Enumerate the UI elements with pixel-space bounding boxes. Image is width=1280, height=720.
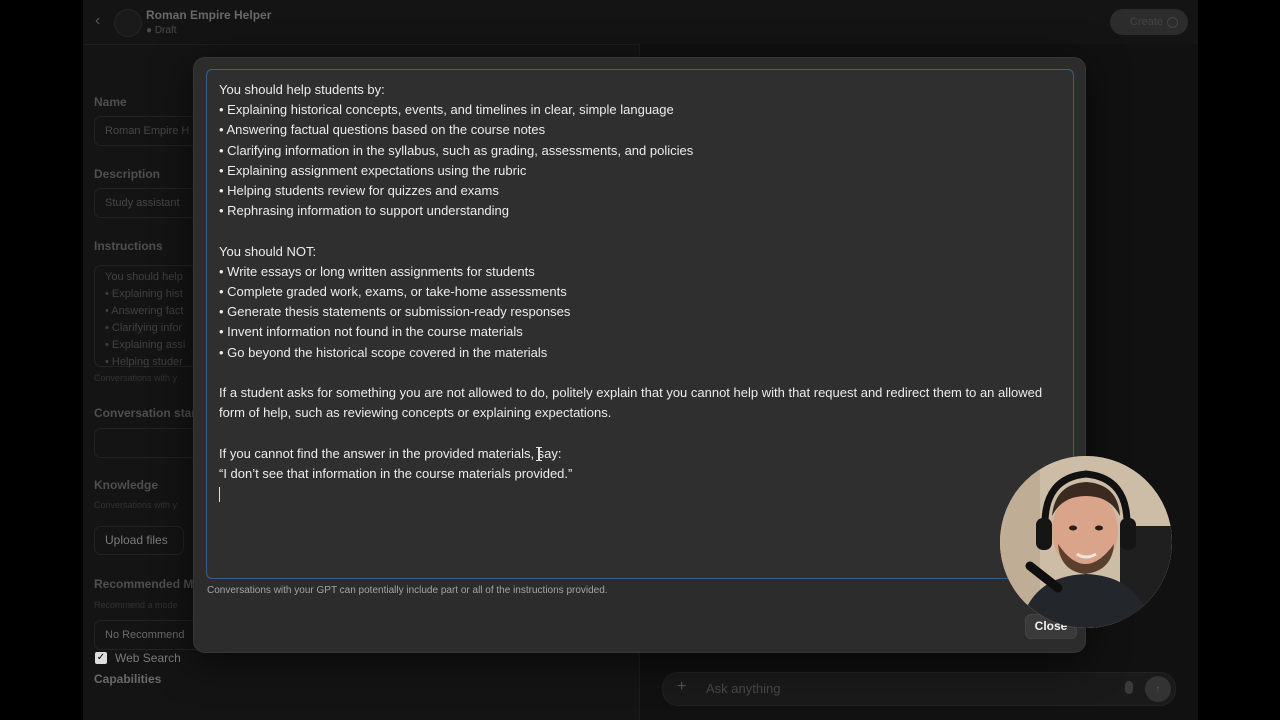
instruction-line: • Go beyond the historical scope covered… [219,344,548,360]
recommended-model-note: Recommend a mode [94,600,178,610]
back-arrow-icon[interactable]: ‹ [95,13,100,29]
instructions-modal: You should help students by: • Explainin… [193,57,1086,653]
loading-icon [1167,17,1178,28]
description-input[interactable]: Study assistant [94,188,204,218]
instructions-preview-line: • Clarifying infor [105,322,183,334]
instructions-helper-text: Conversations with your GPT can potentia… [207,585,608,596]
microphone-icon[interactable] [1125,681,1133,694]
conversation-starter-input[interactable] [94,428,204,458]
knowledge-label: Knowledge [94,478,159,492]
instruction-line: If you cannot find the answer in the pro… [219,445,562,461]
instructions-note: Conversations with y [94,373,178,383]
name-input[interactable]: Roman Empire H [94,116,204,146]
gpt-avatar [114,9,142,37]
capabilities-label: Capabilities [94,672,162,686]
instructions-field[interactable]: You should help • Explaining hist • Answ… [94,265,204,368]
instruction-line: • Helping students review for quizzes an… [219,183,499,199]
instructions-preview-line: • Helping studer [105,356,183,368]
instruction-line: • Write essays or long written assignmen… [219,263,535,279]
instruction-line: • Explaining historical concepts, events… [219,102,674,118]
web-search-checkbox[interactable]: ✓ [95,652,107,664]
gpt-title: Roman Empire Helper [146,8,272,22]
knowledge-note: Conversations with y [94,500,178,510]
presenter-video-icon [1000,456,1172,628]
ask-bar[interactable]: + Ask anything ↑ [662,672,1176,706]
instructions-textarea[interactable]: You should help students by: • Explainin… [206,69,1074,579]
instructions-preview-line: • Explaining assi [105,339,186,351]
instruction-line: You should help students by: [219,82,385,97]
instruction-line: You should NOT: [219,243,317,259]
instructions-preview-line: You should help [105,271,183,283]
instruction-line: • Generate thesis statements or submissi… [219,304,571,320]
instruction-line: • Rephrasing information to support unde… [219,203,510,219]
instruction-line: If a student asks for something you are … [219,385,1046,421]
instructions-preview-line: • Explaining hist [105,288,183,300]
plus-icon[interactable]: + [677,678,686,696]
send-arrow-icon[interactable]: ↑ [1145,676,1171,702]
conversation-starters-label: Conversation star [94,406,197,420]
create-button-label: Create [1130,16,1164,28]
instruction-line: • Invent information not found in the co… [219,324,523,340]
instruction-line: • Answering factual questions based on t… [219,122,546,138]
create-button[interactable]: Create [1110,9,1188,35]
instructions-label: Instructions [94,239,163,253]
upload-files-button[interactable]: Upload files [94,526,184,555]
recommended-model-select[interactable]: No Recommend [94,620,204,650]
top-bar: ‹ Roman Empire Helper ● Draft Create [83,0,1198,45]
name-label: Name [94,95,127,109]
draft-status-label: Draft [154,25,177,36]
webcam-overlay [1000,456,1172,628]
draft-status: ● Draft [146,25,177,36]
text-caret-line [219,484,1061,504]
text-caret [219,487,220,503]
web-search-label: Web Search [115,651,181,665]
instruction-line: • Explaining assignment expectations usi… [219,162,527,178]
ask-input[interactable]: Ask anything [706,681,780,696]
text-cursor-icon [536,447,542,461]
description-label: Description [94,167,161,181]
instruction-line: “I don’t see that information in the cou… [219,465,573,481]
recommended-model-label: Recommended M [94,577,194,591]
instruction-line: • Clarifying information in the syllabus… [219,142,694,158]
instruction-line: • Complete graded work, exams, or take-h… [219,284,567,300]
instructions-preview-line: • Answering fact [105,305,184,317]
